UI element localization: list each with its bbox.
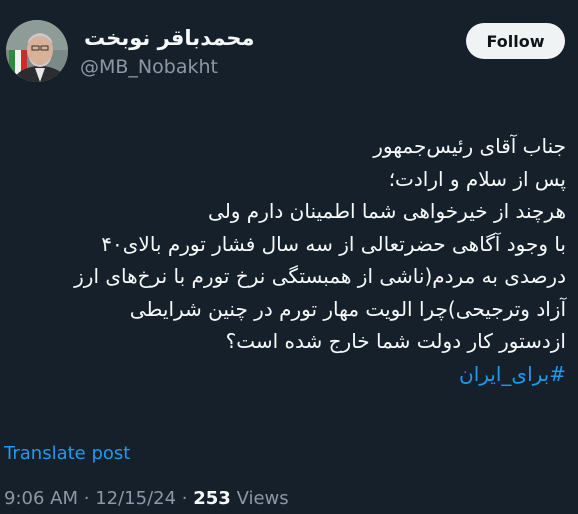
follow-button[interactable]: Follow: [466, 23, 565, 59]
tweet-line: با وجود آگاهی حضرتعالی از سه سال فشار تو…: [101, 231, 566, 256]
views-count: 253: [193, 488, 231, 509]
views-label: Views: [236, 488, 289, 509]
tweet-line: درصدی به مردم(ناشی از همبستگی نرخ تورم ب…: [74, 264, 566, 288]
author-avatar[interactable]: [6, 20, 68, 82]
post-date[interactable]: 12/15/24: [95, 488, 176, 509]
post-time[interactable]: 9:06 AM: [4, 488, 78, 509]
author-display-name[interactable]: محمدباقر نوبخت: [84, 26, 255, 50]
author-handle[interactable]: @MB_Nobakht: [80, 56, 218, 78]
post-metadata: 9:06 AM · 12/15/24 · 253 Views: [4, 488, 289, 509]
translate-post-link[interactable]: Translate post: [4, 443, 130, 464]
hashtag-link[interactable]: #برای_ایران: [6, 358, 566, 391]
tweet-line: جناب آقای رئیس‌جمهور: [373, 134, 566, 158]
tweet-line: آزاد وترجیحی)چرا الویت مهار تورم در چنین…: [129, 296, 566, 321]
tweet-text: جناب آقای رئیس‌جمهور پس از سلام و ارادت؛…: [6, 130, 566, 390]
tweet-line: پس از سلام و ارادت؛: [388, 166, 566, 191]
tweet-line: ازدستور کار دولت شما خارج شده است؟: [225, 329, 566, 353]
avatar-photo: [6, 20, 68, 82]
meta-separator: ·: [83, 488, 90, 509]
tweet-line: هرچند از خیرخواهی شما اطمینان دارم ولی: [208, 199, 566, 223]
meta-separator: ·: [181, 488, 188, 509]
